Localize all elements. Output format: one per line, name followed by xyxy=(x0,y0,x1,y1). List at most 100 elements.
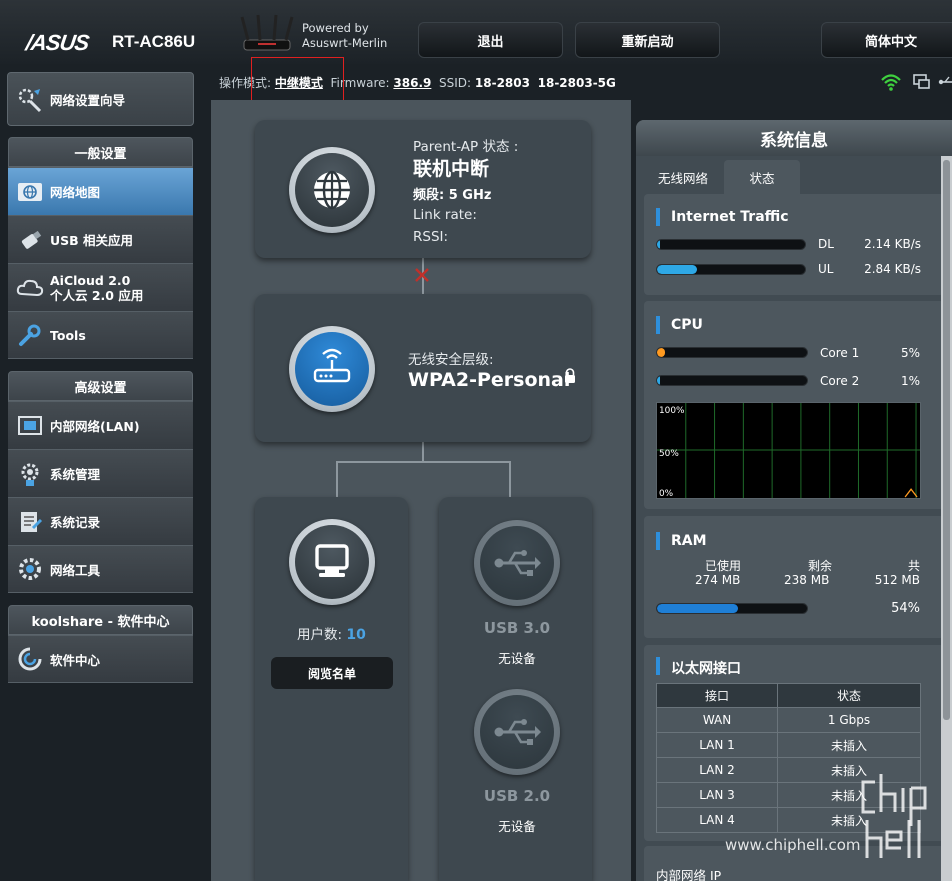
lan-ip-label: 内部网络 IP xyxy=(656,868,722,881)
sidebar-item-software-center[interactable]: 软件中心 xyxy=(8,635,193,683)
sidebar-item-label: 网络地图 xyxy=(50,185,101,200)
client-count-value: 10 xyxy=(346,627,366,643)
monitor-icon xyxy=(315,544,349,577)
sidebar-item-label: USB 相关应用 xyxy=(50,233,134,248)
sidebar-item-label: Tools xyxy=(50,327,86,343)
cpu-title: CPU xyxy=(656,316,703,334)
ul-value: 2.84 KB/s xyxy=(864,262,921,276)
graph-label-100: 100% xyxy=(659,406,684,416)
core1-label: Core 1 xyxy=(820,346,860,360)
status-cell: 1 Gbps xyxy=(777,707,921,733)
ram-used-label: 已使用 xyxy=(705,559,742,573)
tab-status[interactable]: 状态 xyxy=(724,160,800,194)
sidebar-item-label: AiCloud 2.0 xyxy=(50,272,131,288)
system-info-title: 系统信息 xyxy=(636,120,952,156)
ram-free-label: 剩余 xyxy=(808,559,833,573)
usb2-icon xyxy=(494,719,541,745)
sidebar-item-tools[interactable]: Tools xyxy=(8,311,193,359)
core2-bar-fill xyxy=(657,376,660,385)
powered-by-line2: Asuswrt-Merlin xyxy=(302,36,388,50)
monitor-icon[interactable] xyxy=(912,72,932,92)
globe-icon xyxy=(314,170,350,210)
parent-ap-status-label: Parent-AP 状态 : xyxy=(413,139,519,155)
link-line xyxy=(509,461,511,499)
sidebar-item-sublabel: 个人云 2.0 应用 xyxy=(50,287,144,303)
client-count-label: 用户数: xyxy=(297,627,343,643)
ram-bar-fill xyxy=(657,604,738,613)
router-model-name: RT-AC86U xyxy=(112,32,196,51)
tab-wireless[interactable]: 无线网络 xyxy=(644,160,722,194)
core2-label: Core 2 xyxy=(820,374,860,388)
ssid-label: SSID: xyxy=(439,76,472,90)
usb3-title: USB 3.0 xyxy=(483,619,551,637)
lock-icon xyxy=(565,368,575,383)
dl-value: 2.14 KB/s xyxy=(864,237,921,251)
sidebar-wizard-label: 网络设置向导 xyxy=(50,92,126,108)
sidebar-advanced-header: 高级设置 xyxy=(8,371,193,401)
ram-total-value: 512 MB xyxy=(874,573,920,587)
security-value: WPA2-Personal xyxy=(408,369,571,391)
link-rate-label: Link rate: xyxy=(413,207,477,223)
ul-bar-fill xyxy=(657,265,697,274)
language-select[interactable]: 简体中文 xyxy=(821,22,952,58)
sidebar-item-network-map[interactable]: 网络地图 xyxy=(8,167,193,215)
ram-free-value: 238 MB xyxy=(784,573,830,587)
ram-total-label: 共 xyxy=(907,559,920,573)
ul-label: UL xyxy=(818,262,834,276)
sidebar-koolshare-header: koolshare - 软件中心 xyxy=(8,605,193,635)
firmware-link[interactable]: 386.9 xyxy=(393,76,431,90)
usb3-icon xyxy=(494,550,541,576)
graph-label-0: 0% xyxy=(659,489,673,499)
logout-button[interactable]: 退出 xyxy=(418,22,563,58)
admin-gear-icon xyxy=(21,463,39,486)
core2-value: 1% xyxy=(900,374,920,388)
table-header-status: 状态 xyxy=(777,683,921,708)
link-line xyxy=(336,461,338,499)
usb3-status: 无设备 xyxy=(498,651,536,666)
asus-logo: /ASUS xyxy=(24,30,91,55)
router-icon xyxy=(313,348,351,383)
sidebar-item-syslog[interactable]: 系统记录 xyxy=(8,497,193,545)
tools-gear-icon xyxy=(19,558,41,580)
ram-bar xyxy=(656,603,808,614)
usb-icon[interactable] xyxy=(938,72,952,92)
ram-percent: 54% xyxy=(891,601,920,616)
dl-label: DL xyxy=(818,237,834,251)
sidebar-item-label: 系统管理 xyxy=(50,467,101,482)
ssid-value-5g: 18-2803-5G xyxy=(537,76,616,90)
sidebar-wizard-button[interactable]: 网络设置向导 xyxy=(7,72,194,126)
sidebar-item-lan[interactable]: 内部网络(LAN) xyxy=(8,401,193,449)
sidebar-item-aicloud[interactable]: AiCloud 2.0 个人云 2.0 应用 xyxy=(8,263,193,311)
ram-title: RAM xyxy=(656,532,707,550)
scrollbar-thumb[interactable] xyxy=(943,160,950,720)
sidebar-item-label: 系统记录 xyxy=(50,515,101,530)
wrench-icon xyxy=(19,324,41,346)
wifi-icon[interactable] xyxy=(880,72,902,92)
table-row: WAN 1 Gbps xyxy=(655,707,921,733)
disconnect-x-icon xyxy=(415,268,429,282)
log-icon xyxy=(21,511,43,532)
usb-stick-icon xyxy=(21,230,42,249)
dl-bar-fill xyxy=(657,240,660,249)
view-client-list-button[interactable]: 阅览名单 xyxy=(271,657,393,689)
parent-ap-status-value: 联机中断 xyxy=(413,158,490,180)
powered-by-text: Powered by Asuswrt-Merlin xyxy=(302,21,387,51)
core1-value: 5% xyxy=(900,346,920,360)
dl-bar xyxy=(656,239,806,250)
table-header-port: 接口 xyxy=(655,683,779,708)
sidebar-item-label: 网络工具 xyxy=(50,562,101,578)
core1-bar xyxy=(656,347,808,358)
usb2-status: 无设备 xyxy=(498,819,536,834)
chiphell-watermark: www.chiphell.com xyxy=(725,774,927,858)
core2-bar xyxy=(656,375,808,386)
link-line xyxy=(336,461,510,463)
cloud-icon xyxy=(16,279,44,296)
band-label: 频段: 5 GHz xyxy=(413,188,492,203)
sidebar-item-network-tools[interactable]: 网络工具 xyxy=(8,545,193,593)
router-antenna-icon xyxy=(240,14,294,51)
sidebar-item-label: 软件中心 xyxy=(50,652,101,668)
sidebar-item-admin[interactable]: 系统管理 xyxy=(8,449,193,497)
reboot-button[interactable]: 重新启动 xyxy=(575,22,720,58)
globe-icon xyxy=(18,182,42,201)
sidebar-item-usb-apps[interactable]: USB 相关应用 xyxy=(8,215,193,263)
